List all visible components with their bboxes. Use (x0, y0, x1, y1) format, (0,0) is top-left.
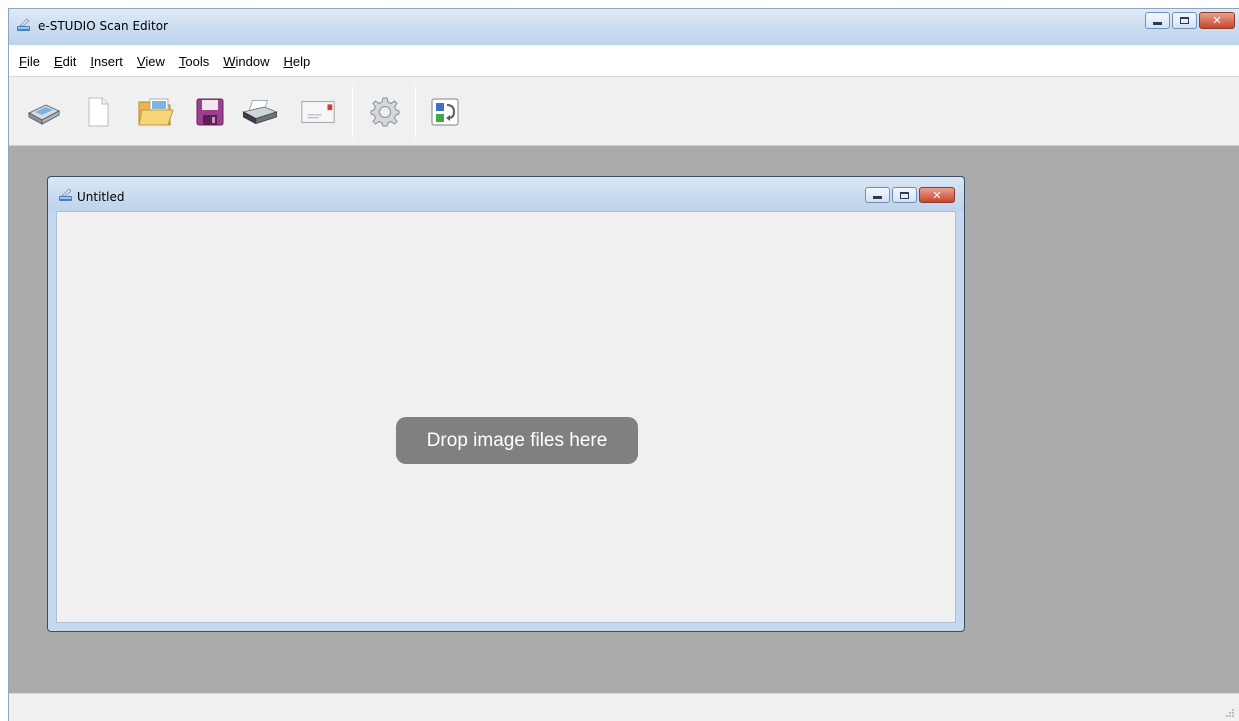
document-window-controls: ✕ (865, 187, 955, 203)
envelope-icon (301, 101, 335, 123)
main-window: e-STUDIO Scan Editor ✕ File Edit Insert … (8, 8, 1239, 721)
toolbar-separator (415, 86, 416, 138)
resize-grip-icon[interactable] (1225, 708, 1235, 718)
toolbar-separator (352, 86, 353, 138)
close-button[interactable]: ✕ (1199, 12, 1235, 29)
menu-view[interactable]: View (137, 52, 165, 69)
convert-button[interactable] (426, 93, 464, 131)
scanner-icon (27, 104, 61, 125)
printer-icon (242, 100, 278, 125)
email-button[interactable] (299, 93, 337, 131)
scan-button[interactable] (25, 93, 63, 131)
status-bar (9, 693, 1239, 721)
drop-zone-hint: Drop image files here (396, 417, 638, 464)
open-folder-icon (138, 98, 174, 126)
document-title-bar[interactable]: Untitled ✕ (48, 177, 964, 211)
menu-bar: File Edit Insert View Tools Window Help (9, 45, 1239, 77)
open-button[interactable] (137, 93, 175, 131)
scan-editor-icon (17, 18, 30, 31)
close-icon: ✕ (1212, 14, 1222, 27)
window-controls: ✕ (1145, 12, 1235, 29)
minimize-icon (873, 196, 882, 199)
toolbar (9, 78, 1239, 146)
document-title: Untitled (77, 190, 125, 204)
menu-tools[interactable]: Tools (179, 52, 209, 69)
title-bar[interactable]: e-STUDIO Scan Editor ✕ (9, 9, 1239, 45)
minimize-icon (1153, 21, 1162, 25)
gear-icon (370, 97, 400, 127)
maximize-icon (900, 191, 909, 199)
document-maximize-button[interactable] (892, 187, 917, 203)
save-button[interactable] (191, 93, 229, 131)
document-minimize-button[interactable] (865, 187, 890, 203)
convert-icon (431, 98, 459, 126)
save-icon (196, 98, 224, 126)
document-window: Untitled ✕ Drop image files here (47, 176, 965, 632)
minimize-button[interactable] (1145, 12, 1170, 29)
settings-button[interactable] (366, 93, 404, 131)
menu-file[interactable]: File (19, 52, 40, 69)
document-canvas[interactable]: Drop image files here (56, 211, 956, 623)
maximize-button[interactable] (1172, 12, 1197, 29)
window-title: e-STUDIO Scan Editor (38, 19, 168, 33)
document-close-button[interactable]: ✕ (919, 187, 955, 203)
new-document-icon (88, 97, 109, 127)
menu-window[interactable]: Window (223, 52, 269, 69)
maximize-icon (1180, 17, 1189, 24)
close-icon: ✕ (932, 188, 942, 202)
menu-help[interactable]: Help (283, 52, 310, 69)
menu-edit[interactable]: Edit (54, 52, 76, 69)
menu-insert[interactable]: Insert (90, 52, 123, 69)
document-window-icon (59, 188, 72, 201)
new-button[interactable] (79, 93, 117, 131)
print-button[interactable] (241, 93, 279, 131)
